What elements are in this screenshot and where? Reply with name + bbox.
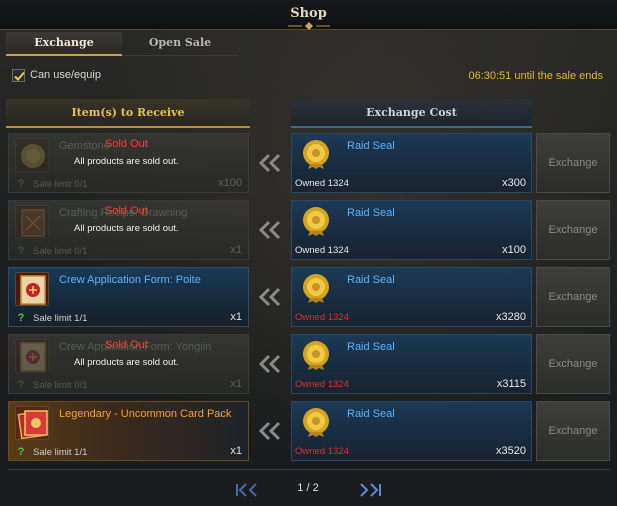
- sold-out-label: Sold Out: [105, 205, 148, 217]
- exchange-cost-cell: Raid Seal Owned 1324 x3280: [291, 267, 532, 327]
- double-chevron-left-icon: [258, 153, 281, 173]
- double-chevron-left-icon: [258, 421, 281, 441]
- column-header-cost: Exchange Cost: [291, 99, 532, 128]
- exchange-cost-cell: Raid Seal Owned 1324 x100: [291, 200, 532, 260]
- receive-item-cell[interactable]: Crafting Recipe: Drawning ? Sale limit 0…: [8, 200, 249, 260]
- raid-seal-icon: [303, 341, 329, 370]
- cost-item-name: Raid Seal: [347, 207, 395, 219]
- sale-limit: Sale limit 1/1: [33, 447, 88, 458]
- exchange-button[interactable]: Exchange: [536, 133, 610, 193]
- double-chevron-left-icon: [258, 220, 281, 240]
- exchange-cost-cell: Raid Seal Owned 1324 x3115: [291, 334, 532, 394]
- exchange-row: Crew Application Form: Poite ? Sale limi…: [0, 267, 617, 327]
- cost-item-name: Raid Seal: [347, 341, 395, 353]
- sold-out-overlay: Sold Out All products are sold out.: [9, 134, 250, 194]
- raid-seal-icon: [303, 140, 329, 169]
- raid-seal-icon: [303, 408, 329, 437]
- sold-out-overlay: Sold Out All products are sold out.: [9, 201, 250, 261]
- exchange-row: Gemstone ? Sale limit 0/1 x100 Sold Out …: [0, 133, 617, 193]
- crew-form-icon: [15, 272, 49, 306]
- page-indicator: 1 / 2: [297, 482, 319, 494]
- cost-quantity: x100: [502, 244, 526, 256]
- tab-bar: Exchange Open Sale: [6, 32, 241, 56]
- raid-seal-icon: [303, 207, 329, 236]
- double-chevron-left-icon: [258, 354, 281, 374]
- item-name: Crew Application Form: Poite: [59, 274, 201, 286]
- sale-timer: 06:30:51 until the sale ends: [468, 70, 603, 82]
- exchange-button[interactable]: Exchange: [536, 267, 610, 327]
- exchange-cost-cell: Raid Seal Owned 1324 x3520: [291, 401, 532, 461]
- sold-out-text: All products are sold out.: [74, 357, 179, 368]
- double-chevron-left-icon: [258, 287, 281, 307]
- cost-quantity: x3280: [496, 311, 526, 323]
- checkmark-icon: [14, 71, 25, 81]
- cost-quantity: x3520: [496, 445, 526, 457]
- can-use-checkbox[interactable]: [12, 69, 25, 82]
- item-quantity: x1: [230, 311, 242, 323]
- help-icon[interactable]: ?: [15, 312, 27, 324]
- raid-seal-icon: [303, 274, 329, 303]
- tab-exchange[interactable]: Exchange: [6, 32, 122, 56]
- sold-out-label: Sold Out: [105, 339, 148, 351]
- help-icon[interactable]: ?: [15, 446, 27, 458]
- last-page-icon[interactable]: [355, 482, 383, 498]
- owned-count: Owned 1324: [295, 178, 349, 189]
- receive-item-cell[interactable]: Crew Application Form: Yongiin ? Sale li…: [8, 334, 249, 394]
- exchange-button[interactable]: Exchange: [536, 401, 610, 461]
- exchange-cost-cell: Raid Seal Owned 1324 x300: [291, 133, 532, 193]
- cost-item-name: Raid Seal: [347, 140, 395, 152]
- window-title: Shop: [290, 6, 327, 21]
- exchange-row: Crafting Recipe: Drawning ? Sale limit 0…: [0, 200, 617, 260]
- tab-open-sale[interactable]: Open Sale: [122, 32, 238, 56]
- receive-item-cell[interactable]: Gemstone ? Sale limit 0/1 x100 Sold Out …: [8, 133, 249, 193]
- owned-count: Owned 1324: [295, 245, 349, 256]
- title-bar: Shop: [0, 0, 617, 30]
- owned-count: Owned 1324: [295, 379, 349, 390]
- exchange-row: Legendary - Uncommon Card Pack ? Sale li…: [0, 401, 617, 461]
- exchange-button[interactable]: Exchange: [536, 334, 610, 394]
- sold-out-overlay: Sold Out All products are sold out.: [9, 335, 250, 395]
- exchange-row: Crew Application Form: Yongiin ? Sale li…: [0, 334, 617, 394]
- item-name: Legendary - Uncommon Card Pack: [59, 408, 232, 420]
- footer-divider: [8, 469, 610, 470]
- receive-item-cell[interactable]: Legendary - Uncommon Card Pack ? Sale li…: [8, 401, 249, 461]
- title-ornament-icon: [288, 22, 330, 30]
- receive-item-cell[interactable]: Crew Application Form: Poite ? Sale limi…: [8, 267, 249, 327]
- can-use-label: Can use/equip: [30, 69, 101, 81]
- cost-item-name: Raid Seal: [347, 408, 395, 420]
- column-header-receive: Item(s) to Receive: [6, 99, 250, 128]
- pagination: 1 / 2: [0, 480, 617, 500]
- sold-out-label: Sold Out: [105, 138, 148, 150]
- exchange-button[interactable]: Exchange: [536, 200, 610, 260]
- owned-count: Owned 1324: [295, 312, 349, 323]
- owned-count: Owned 1324: [295, 446, 349, 457]
- item-quantity: x1: [230, 445, 242, 457]
- cost-item-name: Raid Seal: [347, 274, 395, 286]
- sold-out-text: All products are sold out.: [74, 156, 179, 167]
- card-pack-icon: [15, 406, 49, 440]
- first-page-icon[interactable]: [234, 482, 262, 498]
- sold-out-text: All products are sold out.: [74, 223, 179, 234]
- sale-limit: Sale limit 1/1: [33, 313, 88, 324]
- cost-quantity: x300: [502, 177, 526, 189]
- cost-quantity: x3115: [496, 378, 526, 390]
